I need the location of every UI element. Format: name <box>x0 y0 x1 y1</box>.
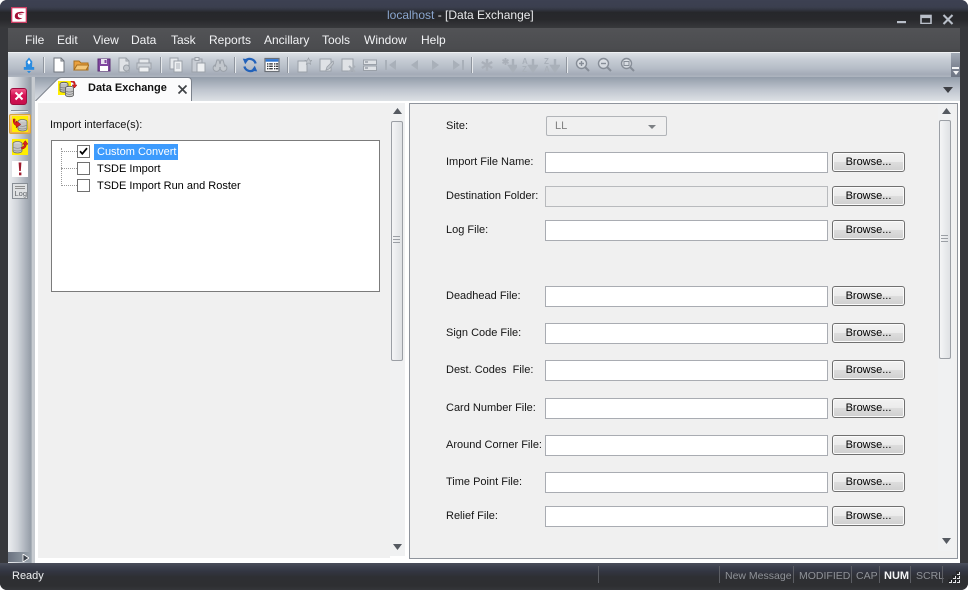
svg-text:Log: Log <box>15 189 28 198</box>
